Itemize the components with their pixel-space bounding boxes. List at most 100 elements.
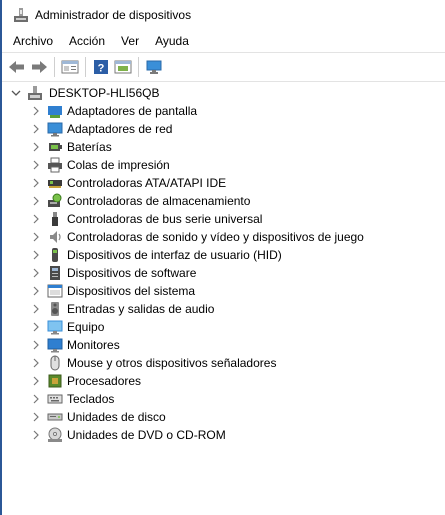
chevron-right-icon[interactable] [30, 177, 42, 189]
console-icon[interactable] [112, 56, 134, 78]
chevron-right-icon[interactable] [30, 159, 42, 171]
disk-drive-icon [47, 409, 63, 425]
tree-item-label: Colas de impresión [67, 158, 170, 172]
toolbar-separator [54, 57, 55, 77]
chevron-right-icon[interactable] [30, 393, 42, 405]
menu-bar: Archivo Acción Ver Ayuda [2, 31, 445, 51]
storage-controller-icon [47, 193, 63, 209]
tree-item-label: Teclados [67, 392, 115, 406]
window-title: Administrador de dispositivos [35, 8, 192, 22]
toolbar-separator [85, 57, 86, 77]
properties-icon[interactable] [59, 56, 81, 78]
keyboard-icon [47, 391, 63, 407]
battery-icon [47, 139, 63, 155]
software-device-icon [47, 265, 63, 281]
chevron-right-icon[interactable] [30, 213, 42, 225]
tree-item-label: Adaptadores de red [67, 122, 173, 136]
tree-item-monitores[interactable]: Monitores [30, 336, 120, 354]
toolbar-separator [138, 57, 139, 77]
chevron-right-icon[interactable] [30, 267, 42, 279]
chevron-down-icon[interactable] [10, 87, 22, 99]
hid-icon [47, 247, 63, 263]
tree-item-label: Dispositivos de software [67, 266, 197, 280]
tree-item-unidades-dvd[interactable]: Unidades de DVD o CD-ROM [30, 426, 226, 444]
ide-controller-icon [47, 175, 63, 191]
printer-icon [47, 157, 63, 173]
tree-item-controladoras-ata[interactable]: Controladoras ATA/ATAPI IDE [30, 174, 226, 192]
network-adapter-icon [47, 121, 63, 137]
toolbar: ? [2, 54, 445, 80]
tree-item-dispositivos-hid[interactable]: Dispositivos de interfaz de usuario (HID… [30, 246, 282, 264]
forward-icon[interactable] [28, 56, 50, 78]
tree-item-teclados[interactable]: Teclados [30, 390, 114, 408]
menu-separator [2, 52, 445, 53]
tree-item-label: Controladoras de sonido y vídeo y dispos… [67, 230, 364, 244]
chevron-right-icon[interactable] [30, 303, 42, 315]
tree-item-label: Procesadores [67, 374, 142, 388]
tree-item-label: Adaptadores de pantalla [67, 104, 198, 118]
svg-text:?: ? [98, 63, 105, 75]
tree-item-procesadores[interactable]: Procesadores [30, 372, 141, 390]
tree-item-label: Mouse y otros dispositivos señaladores [67, 356, 277, 370]
title-bar[interactable]: Administrador de dispositivos [2, 0, 445, 30]
tree-item-dispositivos-sistema[interactable]: Dispositivos del sistema [30, 282, 195, 300]
chevron-right-icon[interactable] [30, 375, 42, 387]
tree-item-label: Entradas y salidas de audio [67, 302, 215, 316]
chevron-right-icon[interactable] [30, 285, 42, 297]
tree-item-label: Equipo [67, 320, 105, 334]
computer-root-icon [27, 85, 43, 101]
menu-archivo[interactable]: Archivo [5, 34, 61, 48]
mouse-icon [47, 355, 63, 371]
chevron-right-icon[interactable] [30, 123, 42, 135]
tree-item-label: Unidades de disco [67, 410, 166, 424]
chevron-right-icon[interactable] [30, 105, 42, 117]
monitor-icon [47, 337, 63, 353]
processor-icon [47, 373, 63, 389]
tree-item-label: Dispositivos de interfaz de usuario (HID… [67, 248, 282, 262]
chevron-right-icon[interactable] [30, 429, 42, 441]
menu-accion[interactable]: Acción [61, 34, 113, 48]
tree-item-entradas-salidas-audio[interactable]: Entradas y salidas de audio [30, 300, 214, 318]
tree-root[interactable]: DESKTOP-HLI56QB [10, 84, 159, 102]
menu-ver[interactable]: Ver [113, 34, 147, 48]
device-tree: DESKTOP-HLI56QB Adaptadores de pantalla … [2, 82, 445, 515]
audio-io-icon [47, 301, 63, 317]
tree-item-baterias[interactable]: Baterías [30, 138, 112, 156]
tree-item-mouse[interactable]: Mouse y otros dispositivos señaladores [30, 354, 276, 372]
tree-item-controladoras-almacenamiento[interactable]: Controladoras de almacenamiento [30, 192, 250, 210]
scan-hardware-icon[interactable] [143, 56, 165, 78]
chevron-right-icon[interactable] [30, 195, 42, 207]
usb-icon [47, 211, 63, 227]
tree-item-label: Unidades de DVD o CD-ROM [67, 428, 226, 442]
system-device-icon [47, 283, 63, 299]
device-manager-icon [13, 7, 29, 23]
tree-item-colas-impresion[interactable]: Colas de impresión [30, 156, 170, 174]
chevron-right-icon[interactable] [30, 231, 42, 243]
display-adapter-icon [47, 103, 63, 119]
sound-icon [47, 229, 63, 245]
chevron-right-icon[interactable] [30, 141, 42, 153]
chevron-right-icon[interactable] [30, 321, 42, 333]
menu-ayuda[interactable]: Ayuda [147, 34, 197, 48]
tree-item-equipo[interactable]: Equipo [30, 318, 104, 336]
tree-item-adaptadores-pantalla[interactable]: Adaptadores de pantalla [30, 102, 197, 120]
chevron-right-icon[interactable] [30, 411, 42, 423]
tree-item-label: Controladoras de bus serie universal [67, 212, 263, 226]
chevron-right-icon[interactable] [30, 357, 42, 369]
tree-item-controladoras-sonido[interactable]: Controladoras de sonido y vídeo y dispos… [30, 228, 364, 246]
computer-icon [47, 319, 63, 335]
tree-item-label: Monitores [67, 338, 120, 352]
tree-item-label: Dispositivos del sistema [67, 284, 196, 298]
tree-root-label: DESKTOP-HLI56QB [49, 86, 160, 100]
chevron-right-icon[interactable] [30, 339, 42, 351]
chevron-right-icon[interactable] [30, 249, 42, 261]
tree-item-controladoras-usb[interactable]: Controladoras de bus serie universal [30, 210, 262, 228]
tree-item-dispositivos-software[interactable]: Dispositivos de software [30, 264, 196, 282]
tree-item-unidades-disco[interactable]: Unidades de disco [30, 408, 166, 426]
tree-item-label: Controladoras de almacenamiento [67, 194, 251, 208]
tree-item-label: Baterías [67, 140, 112, 154]
back-icon[interactable] [6, 56, 28, 78]
dvd-drive-icon [47, 427, 63, 443]
help-icon[interactable]: ? [90, 56, 112, 78]
tree-item-adaptadores-red[interactable]: Adaptadores de red [30, 120, 172, 138]
